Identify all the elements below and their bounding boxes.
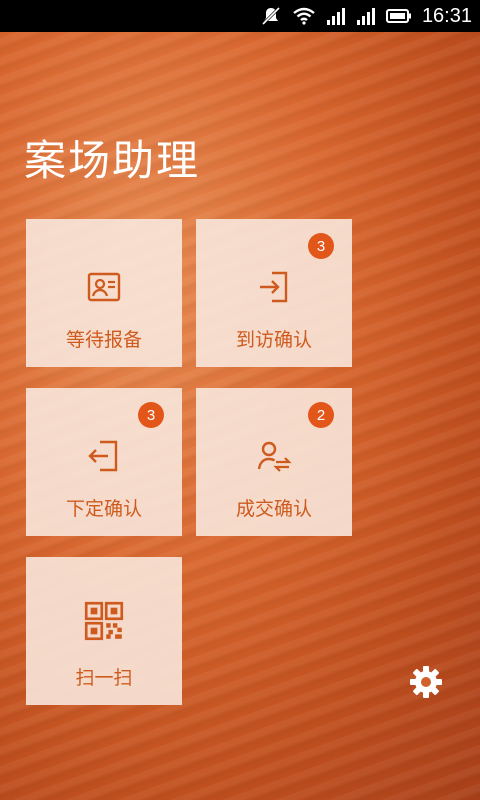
count-badge: 2 [308, 402, 334, 428]
tile-label: 等待报备 [65, 329, 142, 351]
page-title: 案场助理 [24, 136, 201, 185]
tile-waiting-report[interactable]: 等待报备 [26, 219, 182, 367]
mute-icon [261, 6, 280, 26]
user-transfer-icon [257, 441, 292, 472]
tile-deal-confirm[interactable]: 2 成交确认 [196, 388, 352, 536]
tile-label: 扫一扫 [75, 667, 133, 689]
tile-label: 下定确认 [65, 498, 142, 520]
tile-visit-confirm[interactable]: 3 到访确认 [196, 219, 352, 367]
qr-code-icon [84, 601, 124, 641]
tile-deposit-confirm[interactable]: 3 下定确认 [26, 388, 182, 536]
sign-in-icon [260, 271, 288, 303]
status-icons: 16:31 [260, 0, 472, 32]
status-bar: 16:31 [0, 0, 480, 32]
tile-label: 成交确认 [235, 498, 312, 520]
count-badge: 3 [308, 233, 334, 259]
battery-icon [385, 9, 411, 23]
signal-icon [326, 8, 345, 25]
signal-icon [356, 8, 375, 25]
sign-out-icon [88, 440, 118, 472]
tile-scan[interactable]: 扫一扫 [26, 557, 182, 705]
id-card-icon [87, 272, 121, 302]
count-badge: 3 [138, 402, 164, 428]
wifi-icon [293, 7, 315, 25]
tile-label: 到访确认 [235, 329, 312, 351]
gear-icon[interactable] [407, 663, 445, 701]
status-time: 16:31 [421, 4, 472, 27]
